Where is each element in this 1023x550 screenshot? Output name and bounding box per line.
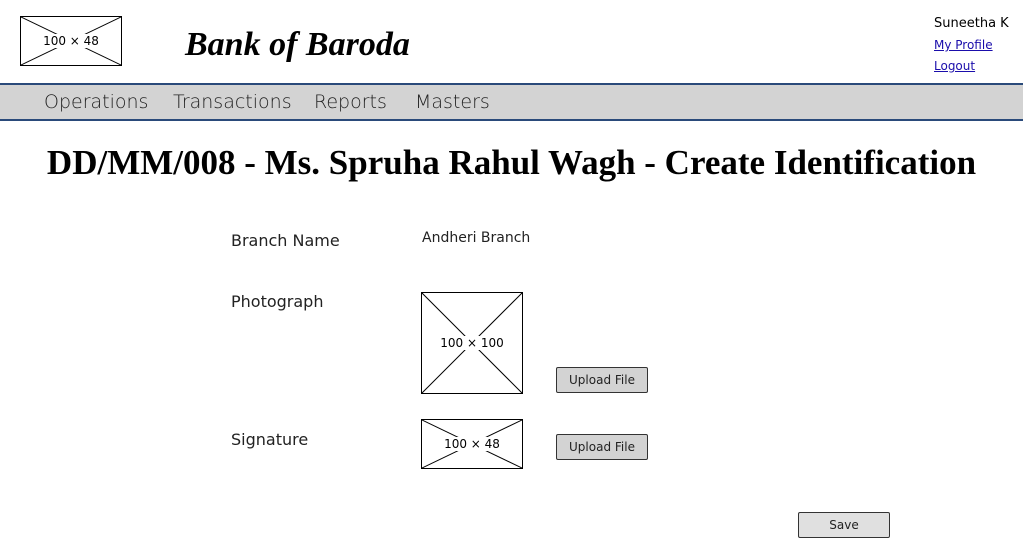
branch-name-value: Andheri Branch xyxy=(422,230,531,246)
branch-name-label: Branch Name xyxy=(231,231,340,250)
photo-dimension-label: 100 × 100 xyxy=(438,336,506,350)
user-name: Suneetha K xyxy=(934,16,1009,31)
page-title: DD/MM/008 - Ms. Spruha Rahul Wagh - Crea… xyxy=(46,143,977,182)
upload-photograph-button[interactable]: Upload File xyxy=(556,367,648,393)
signature-label: Signature xyxy=(231,430,309,449)
nav-item-reports[interactable]: Reports xyxy=(314,91,387,113)
signature-dimension-label: 100 × 48 xyxy=(442,437,502,451)
nav-item-operations[interactable]: Operations xyxy=(44,91,148,113)
logout-link[interactable]: Logout xyxy=(934,60,1009,73)
nav-item-transactions[interactable]: Transactions xyxy=(173,91,292,113)
bank-name-title: Bank of Baroda xyxy=(185,26,410,63)
nav-item-masters[interactable]: Masters xyxy=(415,91,490,113)
photograph-label: Photograph xyxy=(231,292,324,311)
bank-logo-placeholder: 100 × 48 xyxy=(20,16,122,66)
logo-dimension-label: 100 × 48 xyxy=(41,34,101,48)
upload-signature-button[interactable]: Upload File xyxy=(556,434,648,460)
photograph-placeholder: 100 × 100 xyxy=(421,292,523,394)
my-profile-link[interactable]: My Profile xyxy=(934,39,1009,52)
user-menu: Suneetha K My Profile Logout xyxy=(934,16,1009,73)
save-button[interactable]: Save xyxy=(798,512,890,538)
main-navigation-bar: Operations Transactions Reports Masters xyxy=(0,83,1023,121)
signature-placeholder: 100 × 48 xyxy=(421,419,523,469)
